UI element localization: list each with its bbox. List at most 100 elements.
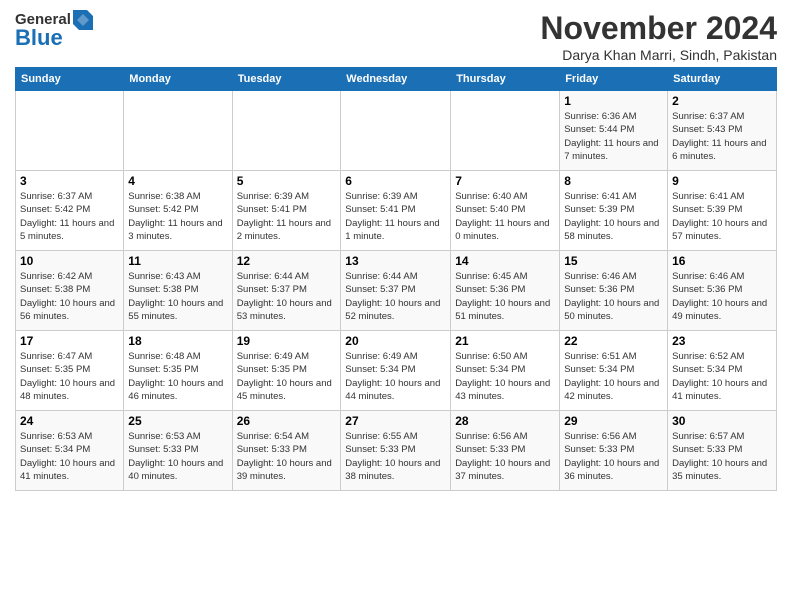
day-info: Sunrise: 6:41 AM Sunset: 5:39 PM Dayligh…	[672, 190, 772, 243]
day-header-sunday: Sunday	[16, 68, 124, 91]
calendar-cell	[451, 91, 560, 171]
calendar-cell: 8 Sunrise: 6:41 AM Sunset: 5:39 PM Daylig…	[560, 171, 668, 251]
day-number: 27	[345, 414, 446, 428]
month-title: November 2024	[540, 10, 777, 47]
day-info: Sunrise: 6:48 AM Sunset: 5:35 PM Dayligh…	[128, 350, 227, 403]
day-number: 2	[672, 94, 772, 108]
calendar-cell: 12 Sunrise: 6:44 AM Sunset: 5:37 PM Dayli…	[232, 251, 341, 331]
calendar-cell: 21 Sunrise: 6:50 AM Sunset: 5:34 PM Dayli…	[451, 331, 560, 411]
day-number: 12	[237, 254, 337, 268]
day-info: Sunrise: 6:44 AM Sunset: 5:37 PM Dayligh…	[345, 270, 446, 323]
day-number: 21	[455, 334, 555, 348]
day-info: Sunrise: 6:56 AM Sunset: 5:33 PM Dayligh…	[455, 430, 555, 483]
day-number: 17	[20, 334, 119, 348]
day-header-wednesday: Wednesday	[341, 68, 451, 91]
calendar-week-row: 10 Sunrise: 6:42 AM Sunset: 5:38 PM Dayli…	[16, 251, 777, 331]
calendar-cell: 23 Sunrise: 6:52 AM Sunset: 5:34 PM Dayli…	[668, 331, 777, 411]
day-info: Sunrise: 6:47 AM Sunset: 5:35 PM Dayligh…	[20, 350, 119, 403]
calendar-week-row: 3 Sunrise: 6:37 AM Sunset: 5:42 PM Daylig…	[16, 171, 777, 251]
logo: General Blue	[15, 10, 93, 50]
day-number: 23	[672, 334, 772, 348]
calendar-cell: 18 Sunrise: 6:48 AM Sunset: 5:35 PM Dayli…	[124, 331, 232, 411]
calendar-cell: 17 Sunrise: 6:47 AM Sunset: 5:35 PM Dayli…	[16, 331, 124, 411]
calendar-cell: 1Sunrise: 6:36 AM Sunset: 5:44 PM Daylig…	[560, 91, 668, 171]
day-info: Sunrise: 6:41 AM Sunset: 5:39 PM Dayligh…	[564, 190, 663, 243]
day-number: 14	[455, 254, 555, 268]
calendar-cell: 25 Sunrise: 6:53 AM Sunset: 5:33 PM Dayli…	[124, 411, 232, 491]
day-number: 16	[672, 254, 772, 268]
calendar-cell	[16, 91, 124, 171]
day-info: Sunrise: 6:54 AM Sunset: 5:33 PM Dayligh…	[237, 430, 337, 483]
day-number: 20	[345, 334, 446, 348]
calendar-cell	[124, 91, 232, 171]
page-header: General Blue November 2024 Darya Khan Ma…	[15, 10, 777, 63]
day-number: 7	[455, 174, 555, 188]
logo-blue: Blue	[15, 26, 63, 50]
day-number: 9	[672, 174, 772, 188]
day-info: Sunrise: 6:46 AM Sunset: 5:36 PM Dayligh…	[672, 270, 772, 323]
day-number: 1	[564, 94, 663, 108]
day-number: 6	[345, 174, 446, 188]
day-number: 18	[128, 334, 227, 348]
day-info: Sunrise: 6:46 AM Sunset: 5:36 PM Dayligh…	[564, 270, 663, 323]
calendar-cell: 9 Sunrise: 6:41 AM Sunset: 5:39 PM Daylig…	[668, 171, 777, 251]
subtitle: Darya Khan Marri, Sindh, Pakistan	[540, 47, 777, 63]
day-info: Sunrise: 6:56 AM Sunset: 5:33 PM Dayligh…	[564, 430, 663, 483]
day-info: Sunrise: 6:49 AM Sunset: 5:35 PM Dayligh…	[237, 350, 337, 403]
calendar-cell: 3 Sunrise: 6:37 AM Sunset: 5:42 PM Daylig…	[16, 171, 124, 251]
day-number: 24	[20, 414, 119, 428]
day-info: Sunrise: 6:42 AM Sunset: 5:38 PM Dayligh…	[20, 270, 119, 323]
calendar-cell: 4 Sunrise: 6:38 AM Sunset: 5:42 PM Daylig…	[124, 171, 232, 251]
day-number: 29	[564, 414, 663, 428]
day-info: Sunrise: 6:39 AM Sunset: 5:41 PM Dayligh…	[237, 190, 337, 243]
day-info: Sunrise: 6:37 AM Sunset: 5:42 PM Dayligh…	[20, 190, 119, 243]
calendar-cell: 13 Sunrise: 6:44 AM Sunset: 5:37 PM Dayli…	[341, 251, 451, 331]
calendar-cell: 26 Sunrise: 6:54 AM Sunset: 5:33 PM Dayli…	[232, 411, 341, 491]
day-info: Sunrise: 6:37 AM Sunset: 5:43 PM Dayligh…	[672, 110, 772, 163]
day-info: Sunrise: 6:57 AM Sunset: 5:33 PM Dayligh…	[672, 430, 772, 483]
day-info: Sunrise: 6:43 AM Sunset: 5:38 PM Dayligh…	[128, 270, 227, 323]
day-number: 28	[455, 414, 555, 428]
calendar-cell: 10 Sunrise: 6:42 AM Sunset: 5:38 PM Dayli…	[16, 251, 124, 331]
logo-icon	[73, 10, 93, 30]
day-number: 30	[672, 414, 772, 428]
day-info: Sunrise: 6:38 AM Sunset: 5:42 PM Dayligh…	[128, 190, 227, 243]
day-info: Sunrise: 6:40 AM Sunset: 5:40 PM Dayligh…	[455, 190, 555, 243]
calendar-cell: 14 Sunrise: 6:45 AM Sunset: 5:36 PM Dayli…	[451, 251, 560, 331]
day-info: Sunrise: 6:53 AM Sunset: 5:33 PM Dayligh…	[128, 430, 227, 483]
day-header-tuesday: Tuesday	[232, 68, 341, 91]
day-info: Sunrise: 6:44 AM Sunset: 5:37 PM Dayligh…	[237, 270, 337, 323]
day-number: 25	[128, 414, 227, 428]
day-number: 11	[128, 254, 227, 268]
day-number: 4	[128, 174, 227, 188]
day-info: Sunrise: 6:39 AM Sunset: 5:41 PM Dayligh…	[345, 190, 446, 243]
calendar-week-row: 17 Sunrise: 6:47 AM Sunset: 5:35 PM Dayli…	[16, 331, 777, 411]
calendar-table: SundayMondayTuesdayWednesdayThursdayFrid…	[15, 67, 777, 491]
calendar-cell: 6 Sunrise: 6:39 AM Sunset: 5:41 PM Daylig…	[341, 171, 451, 251]
title-block: November 2024 Darya Khan Marri, Sindh, P…	[540, 10, 777, 63]
calendar-cell: 11 Sunrise: 6:43 AM Sunset: 5:38 PM Dayli…	[124, 251, 232, 331]
calendar-cell: 20Sunrise: 6:49 AM Sunset: 5:34 PM Dayli…	[341, 331, 451, 411]
calendar-cell	[232, 91, 341, 171]
day-number: 5	[237, 174, 337, 188]
day-info: Sunrise: 6:52 AM Sunset: 5:34 PM Dayligh…	[672, 350, 772, 403]
calendar-week-row: 1Sunrise: 6:36 AM Sunset: 5:44 PM Daylig…	[16, 91, 777, 171]
calendar-cell: 30 Sunrise: 6:57 AM Sunset: 5:33 PM Dayli…	[668, 411, 777, 491]
day-header-friday: Friday	[560, 68, 668, 91]
day-info: Sunrise: 6:50 AM Sunset: 5:34 PM Dayligh…	[455, 350, 555, 403]
day-number: 8	[564, 174, 663, 188]
day-number: 26	[237, 414, 337, 428]
day-info: Sunrise: 6:51 AM Sunset: 5:34 PM Dayligh…	[564, 350, 663, 403]
calendar-cell: 29 Sunrise: 6:56 AM Sunset: 5:33 PM Dayli…	[560, 411, 668, 491]
calendar-cell	[341, 91, 451, 171]
day-number: 15	[564, 254, 663, 268]
day-header-monday: Monday	[124, 68, 232, 91]
day-info: Sunrise: 6:53 AM Sunset: 5:34 PM Dayligh…	[20, 430, 119, 483]
day-number: 3	[20, 174, 119, 188]
day-number: 13	[345, 254, 446, 268]
day-number: 19	[237, 334, 337, 348]
day-info: Sunrise: 6:45 AM Sunset: 5:36 PM Dayligh…	[455, 270, 555, 323]
day-number: 10	[20, 254, 119, 268]
calendar-cell: 2 Sunrise: 6:37 AM Sunset: 5:43 PM Daylig…	[668, 91, 777, 171]
calendar-body: 1Sunrise: 6:36 AM Sunset: 5:44 PM Daylig…	[16, 91, 777, 491]
